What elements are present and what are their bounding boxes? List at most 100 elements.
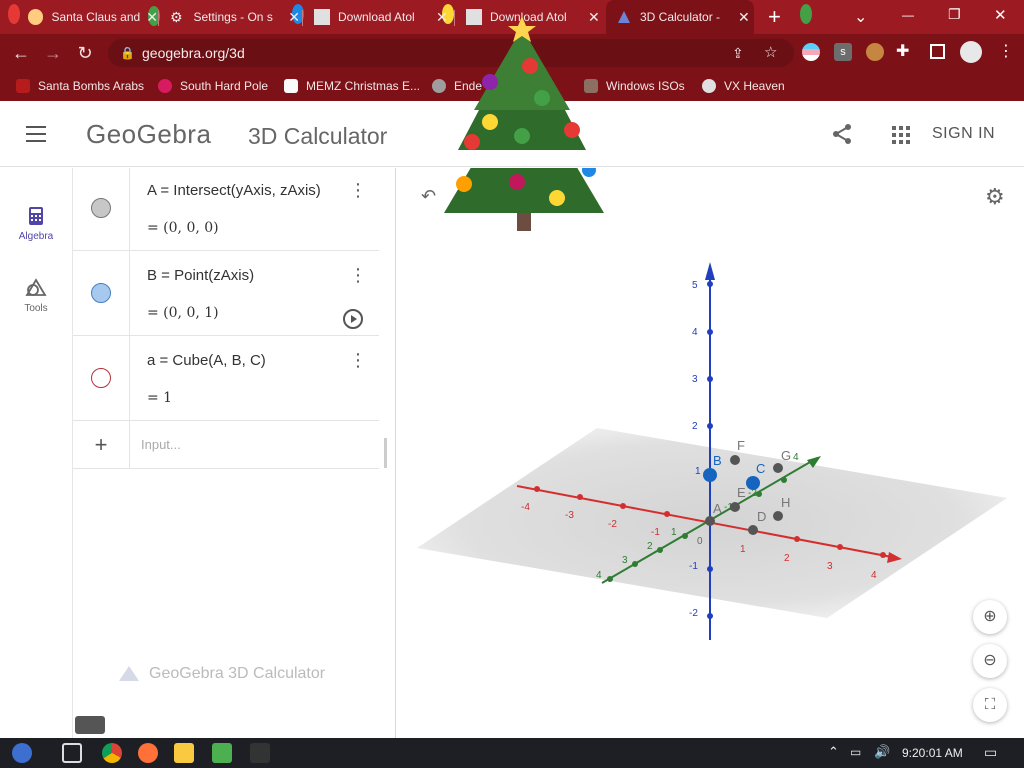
rail-label: Algebra <box>18 231 54 242</box>
undo-icon[interactable]: ↶ <box>421 186 436 207</box>
object-value: = (0, 0, 0) <box>147 220 219 236</box>
restore-button[interactable]: ❐ <box>948 6 961 23</box>
extension-avatar-icon[interactable] <box>866 43 884 61</box>
back-arrow-icon[interactable]: ← <box>8 40 34 66</box>
forward-arrow-icon[interactable]: → <box>40 40 66 66</box>
3d-scene[interactable]: 54 32 1-1 -2 -4-3 -2-1 12 34 43 21 -1-2 … <box>397 168 1024 738</box>
reload-icon[interactable]: ↻ <box>72 40 98 66</box>
bookmark-item[interactable]: Santa Bombs Arabs <box>16 71 144 101</box>
input-bar[interactable]: Input... <box>141 437 181 452</box>
svg-text:1: 1 <box>695 466 701 477</box>
extension-flag-icon[interactable] <box>802 43 820 61</box>
bookmark-item[interactable]: Windows ISOs <box>584 71 685 101</box>
bookmark-label: Santa Bombs Arabs <box>38 79 145 93</box>
algebra-row[interactable]: A = Intersect(yAxis, zAxis) = (0, 0, 0) … <box>73 168 379 251</box>
bookmark-item[interactable]: MEMZ Christmas E... <box>284 71 420 101</box>
object-definition[interactable]: B = Point(zAxis) <box>147 267 254 284</box>
close-tab-icon[interactable]: ✕ <box>288 9 300 26</box>
algebra-input-row[interactable]: + Input... <box>73 421 379 469</box>
settings-gear-icon[interactable]: ⚙ <box>985 184 1005 210</box>
svg-text:4: 4 <box>692 327 698 338</box>
network-icon[interactable]: ▭ <box>850 745 861 759</box>
gear-icon: ⚙ <box>170 9 183 25</box>
minimize-button[interactable]: — <box>902 8 914 22</box>
calculator-icon <box>466 9 482 25</box>
visibility-toggle[interactable] <box>91 198 111 218</box>
bookmark-item[interactable]: South Hard Pole <box>158 71 268 101</box>
svg-text:1: 1 <box>740 544 746 555</box>
share-icon[interactable] <box>832 123 852 150</box>
svg-text:-2: -2 <box>608 519 617 530</box>
geogebra-logo[interactable]: GeoGebra <box>86 119 211 150</box>
app-footer: GeoGebra 3D Calculator <box>117 664 325 684</box>
tab-download-atol-1[interactable]: Download Atol ✕ <box>304 0 452 34</box>
rail-algebra-button[interactable]: Algebra <box>16 206 56 242</box>
bookmark-favicon-icon <box>158 79 172 93</box>
lock-icon[interactable]: 🔒 <box>120 39 135 67</box>
tab-search-icon[interactable]: ⌄ <box>854 7 867 27</box>
close-tab-icon[interactable]: ✕ <box>146 9 158 26</box>
bookmark-label: Windows ISOs <box>606 79 685 93</box>
bookmark-star-icon[interactable]: ☆ <box>764 39 777 67</box>
task-view-icon[interactable] <box>62 743 82 763</box>
resize-handle[interactable] <box>384 438 387 468</box>
notifications-icon[interactable]: ▭ <box>984 744 997 761</box>
geogebra-3d-icon <box>119 666 139 681</box>
app-taskbar-icon[interactable] <box>250 743 270 763</box>
chrome-taskbar-icon[interactable] <box>102 743 122 763</box>
tab-settings[interactable]: ⚙ Settings - On s ✕ <box>160 0 300 34</box>
svg-text:5: 5 <box>692 280 698 291</box>
tab-santa-claus[interactable]: Santa Claus and ✕ <box>18 0 158 34</box>
firefox-taskbar-icon[interactable] <box>138 743 158 763</box>
bookmark-item[interactable]: VX Heaven <box>702 71 785 101</box>
rail-tools-button[interactable]: Tools <box>16 278 56 314</box>
algebra-row[interactable]: B = Point(zAxis) = (0, 0, 1) ⋮ <box>73 251 379 336</box>
app-taskbar-icon[interactable] <box>212 743 232 763</box>
graphics-3d-view[interactable]: 54 32 1 -1 -2 -4 -3 -2 -1 12 34 43 21 -1 -2 … <box>397 168 1024 738</box>
bookmark-label: MEMZ Christmas E... <box>306 79 421 93</box>
extensions-puzzle-icon[interactable]: ✚ <box>896 41 909 61</box>
side-panel-icon[interactable] <box>930 44 945 59</box>
visibility-toggle[interactable] <box>91 283 111 303</box>
zoom-in-button[interactable]: ⊕ <box>973 600 1007 634</box>
close-tab-icon[interactable]: ✕ <box>738 9 750 26</box>
object-definition[interactable]: a = Cube(A, B, C) <box>147 352 266 369</box>
more-options-icon[interactable]: ⋮ <box>349 180 367 201</box>
object-definition[interactable]: A = Intersect(yAxis, zAxis) <box>147 182 321 199</box>
algebra-row[interactable]: a = Cube(A, B, C) = 1 ⋮ <box>73 336 379 421</box>
close-window-button[interactable]: ✕ <box>994 6 1007 24</box>
tab-title: Settings - On s <box>193 10 273 24</box>
hamburger-menu-icon[interactable] <box>26 126 46 142</box>
bookmark-favicon-icon <box>432 79 446 93</box>
close-tab-icon[interactable]: ✕ <box>436 9 448 26</box>
start-button-icon[interactable] <box>12 743 32 763</box>
play-animation-icon[interactable] <box>343 309 363 329</box>
profile-avatar-icon[interactable] <box>960 41 982 63</box>
visibility-toggle[interactable] <box>91 368 111 388</box>
chrome-menu-icon[interactable]: ⋮ <box>998 41 1014 61</box>
sign-in-button[interactable]: SIGN IN <box>932 125 995 143</box>
point-b[interactable] <box>703 468 717 482</box>
apps-grid-icon[interactable] <box>892 126 910 149</box>
add-item-button[interactable]: + <box>73 421 130 468</box>
keyboard-icon[interactable] <box>75 716 105 734</box>
bookmark-item[interactable]: Ende <box>432 71 482 101</box>
taskbar-clock[interactable]: 9:20:01 AM <box>902 746 963 760</box>
share-page-icon[interactable]: ⇪ <box>732 39 744 67</box>
close-tab-icon[interactable]: ✕ <box>588 9 600 26</box>
file-explorer-icon[interactable] <box>174 743 194 763</box>
point-c[interactable] <box>746 476 760 490</box>
bookmarks-bar: Santa Bombs Arabs South Hard Pole MEMZ C… <box>0 71 1024 101</box>
tray-chevron-icon[interactable]: ⌃ <box>828 744 839 760</box>
more-options-icon[interactable]: ⋮ <box>349 350 367 371</box>
new-tab-button[interactable]: + <box>768 4 781 30</box>
more-options-icon[interactable]: ⋮ <box>349 265 367 286</box>
extension-s-icon[interactable]: s <box>834 43 852 61</box>
volume-icon[interactable]: 🔊 <box>874 744 890 760</box>
christmas-light-decoration <box>800 4 812 24</box>
address-bar[interactable]: 🔒 geogebra.org/3d ⇪ ☆ <box>108 39 794 67</box>
zoom-out-button[interactable]: ⊖ <box>973 644 1007 678</box>
tab-3d-calculator[interactable]: 3D Calculator - ✕ <box>606 0 754 34</box>
tab-download-atol-2[interactable]: Download Atol ✕ <box>456 0 604 34</box>
fullscreen-button[interactable]: ⛶ <box>973 688 1007 722</box>
